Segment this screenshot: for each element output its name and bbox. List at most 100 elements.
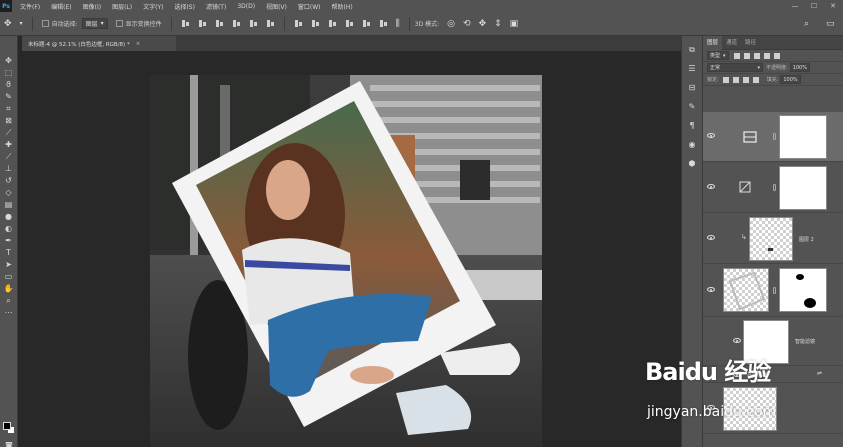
distribute-bottom-icon[interactable] (328, 19, 337, 28)
adjustments-panel-icon[interactable]: ⊟ (686, 82, 698, 93)
blur-tool-icon[interactable]: ● (3, 211, 15, 222)
distribute-top-icon[interactable] (294, 19, 303, 28)
layer-row[interactable] (703, 163, 843, 213)
crop-tool-icon[interactable]: ⌗ (3, 103, 15, 114)
menu-filter[interactable]: 滤镜(T) (206, 2, 226, 11)
brush-panel-icon[interactable]: ✎ (686, 101, 698, 112)
menu-layer[interactable]: 图层(L) (112, 2, 132, 11)
layer-mask-thumbnail[interactable] (779, 166, 827, 210)
dodge-tool-icon[interactable]: ◐ (3, 223, 15, 234)
type-tool-icon[interactable]: T (3, 247, 15, 258)
smart-filters-label[interactable]: 智能滤镜 (795, 338, 815, 345)
mask-link-icon[interactable] (773, 287, 776, 294)
move-tool-icon[interactable]: ✥ (4, 19, 12, 29)
3d-scale-icon[interactable]: ▣ (510, 19, 519, 29)
character-panel-icon[interactable]: ¶ (686, 120, 698, 131)
3d-roll-icon[interactable]: ⟲ (463, 19, 471, 29)
menu-window[interactable]: 窗口(W) (298, 2, 321, 11)
menu-edit[interactable]: 编辑(E) (51, 2, 71, 11)
3d-slide-icon[interactable]: ⇕ (494, 19, 502, 29)
layer-thumbnail[interactable] (749, 217, 793, 261)
visibility-eye-icon[interactable] (707, 235, 715, 240)
minimize-button[interactable]: — (787, 0, 803, 12)
align-left-icon[interactable] (232, 19, 241, 28)
distribute-vertical-center-icon[interactable] (311, 19, 320, 28)
align-vertical-center-icon[interactable] (198, 19, 207, 28)
show-transform-checkbox[interactable] (115, 20, 123, 27)
menu-type[interactable]: 文字(Y) (143, 2, 163, 11)
lock-transparent-icon[interactable] (722, 76, 729, 83)
3d-rotate-icon[interactable]: ◎ (447, 19, 455, 29)
filter-pixel-icon[interactable] (733, 52, 740, 59)
pen-tool-icon[interactable]: ✒ (3, 235, 15, 246)
photoshop-logo[interactable]: Ps (0, 0, 12, 12)
quick-select-tool-icon[interactable]: ✎ (3, 91, 15, 102)
libraries-panel-icon[interactable]: ◉ (686, 139, 698, 150)
filter-adjustment-icon[interactable] (743, 52, 750, 59)
distribute-right-icon[interactable] (379, 19, 388, 28)
canvas-area[interactable] (22, 51, 681, 447)
3d-drag-icon[interactable]: ✥ (479, 19, 487, 29)
mask-link-icon[interactable] (773, 133, 776, 140)
lock-position-icon[interactable] (742, 76, 749, 83)
distribute-horizontal-center-icon[interactable] (362, 19, 371, 28)
marquee-tool-icon[interactable]: ⬚ (3, 67, 15, 78)
clone-stamp-tool-icon[interactable]: ⊥ (3, 163, 15, 174)
tab-paths[interactable]: 路径 (741, 36, 760, 50)
layer-mask-thumbnail[interactable] (779, 268, 827, 312)
visibility-eye-icon[interactable] (707, 133, 715, 138)
layer-row[interactable]: ↳ 图层 2 (703, 214, 843, 264)
search-icon[interactable]: ⌕ (804, 19, 809, 29)
align-bottom-icon[interactable] (215, 19, 224, 28)
lock-pixels-icon[interactable] (732, 76, 739, 83)
mask-link-icon[interactable] (773, 184, 776, 191)
fill-field[interactable]: 100% (780, 75, 801, 84)
auto-select-dropdown[interactable]: 图层 ▾ (81, 18, 108, 29)
quick-mask-icon[interactable]: ◙ (3, 440, 15, 447)
brush-tool-icon[interactable]: ⟋ (3, 151, 15, 162)
menu-3d[interactable]: 3D(D) (237, 3, 255, 10)
distribute-left-icon[interactable] (345, 19, 354, 28)
3d-panel-icon[interactable]: ⬢ (686, 158, 698, 169)
layer-thumbnail[interactable] (723, 268, 769, 312)
blend-mode-select[interactable]: 正常 ▾ (707, 63, 763, 72)
document-tab[interactable]: 未标题-4 @ 52.1% (白色边框, RGB/8) * × (22, 36, 176, 51)
opacity-field[interactable]: 100% (789, 63, 810, 72)
layer-mask-thumbnail[interactable] (779, 115, 827, 159)
workspace-icon[interactable]: ▭ (826, 19, 835, 29)
filter-type-icon[interactable] (753, 52, 760, 59)
close-tab-icon[interactable]: × (136, 41, 141, 47)
move-tool-icon[interactable]: ✥ (3, 55, 15, 66)
layer-row[interactable] (703, 112, 843, 162)
zoom-tool-icon[interactable]: ⌕ (3, 295, 15, 306)
tab-layers[interactable]: 图层 (703, 35, 723, 50)
more-tools-icon[interactable]: ⋯ (3, 307, 15, 318)
shape-tool-icon[interactable]: ▭ (3, 271, 15, 282)
visibility-eye-icon[interactable] (733, 338, 741, 343)
filter-options-icon[interactable]: ⇌ (817, 370, 822, 377)
lasso-tool-icon[interactable]: ϑ (3, 79, 15, 90)
visibility-eye-icon[interactable] (707, 184, 715, 189)
filter-smart-object-icon[interactable] (773, 52, 780, 59)
history-brush-tool-icon[interactable]: ↺ (3, 175, 15, 186)
close-window-button[interactable]: ✕ (825, 0, 841, 12)
tab-channels[interactable]: 通道 (722, 36, 741, 50)
layer-row[interactable] (703, 265, 843, 317)
visibility-eye-icon[interactable] (707, 287, 715, 292)
auto-select-checkbox[interactable] (41, 20, 49, 27)
eyedropper-tool-icon[interactable]: ⟋ (3, 127, 15, 138)
auto-align-icon[interactable]: ⫼ (396, 19, 400, 29)
filter-kind-select[interactable]: 类型 ▾ (707, 51, 729, 60)
frame-tool-icon[interactable]: ⊠ (3, 115, 15, 126)
layer-name[interactable]: 图层 2 (799, 236, 814, 243)
eraser-tool-icon[interactable]: ◇ (3, 187, 15, 198)
tool-preset-chevron-icon[interactable]: ▾ (20, 20, 23, 27)
document-canvas[interactable] (150, 75, 542, 447)
align-top-icon[interactable] (181, 19, 190, 28)
path-select-tool-icon[interactable]: ➤ (3, 259, 15, 270)
menu-view[interactable]: 视图(V) (266, 2, 287, 11)
menu-help[interactable]: 帮助(H) (332, 2, 353, 11)
filter-shape-icon[interactable] (763, 52, 770, 59)
menu-file[interactable]: 文件(F) (20, 2, 40, 11)
restore-button[interactable]: ☐ (806, 0, 822, 12)
